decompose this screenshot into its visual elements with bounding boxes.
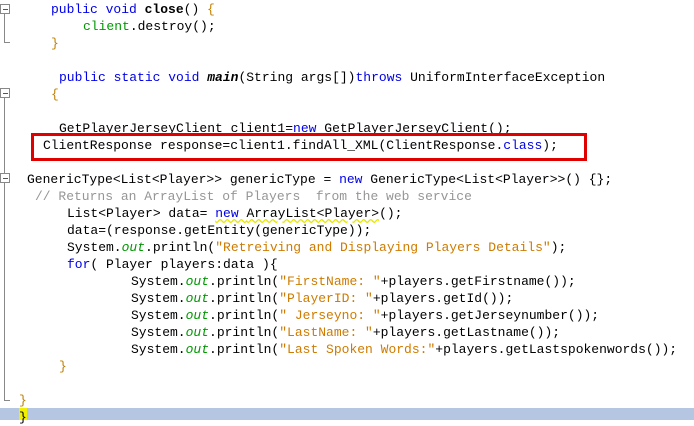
fold-guide-end: [4, 400, 10, 401]
highlight-box: [31, 133, 587, 161]
code-token: new ArrayList<Player>: [215, 206, 380, 221]
code-token: main: [207, 70, 239, 85]
code-token: public static void: [59, 70, 208, 85]
fold-guide: [4, 183, 5, 400]
code-line[interactable]: System.out.println(" Jerseyno: "+players…: [131, 307, 599, 324]
code-token: "LastName: ": [279, 325, 373, 340]
code-token: " Jerseyno: ": [279, 308, 381, 323]
code-token: System.: [67, 240, 122, 255]
code-token: "Last Spoken Words:": [279, 342, 436, 357]
code-token: System.: [131, 274, 186, 289]
code-token: +players.getLastname());: [372, 325, 561, 340]
fold-guide: [4, 14, 5, 42]
code-token: data=(response.getEntity(genericType));: [67, 223, 372, 238]
code-token: new: [339, 172, 371, 187]
code-token: "Retreiving and Displaying Players Detai…: [215, 240, 551, 255]
code-token: }: [19, 393, 27, 408]
code-token: .println(: [209, 325, 280, 340]
code-line[interactable]: System.out.println("LastName: "+players.…: [131, 324, 560, 341]
code-token: +players.getJerseynumber());: [380, 308, 600, 323]
code-line[interactable]: }: [19, 392, 27, 409]
code-token: throws: [355, 70, 411, 85]
code-token: GenericType<List<Player>>() {};: [370, 172, 613, 187]
code-token: .println(: [209, 291, 280, 306]
code-token: for: [67, 257, 91, 272]
current-line-highlight: [0, 408, 694, 420]
code-token: }: [51, 36, 59, 51]
fold-guide-end: [4, 42, 10, 43]
code-line[interactable]: data=(response.getEntity(genericType));: [67, 222, 371, 239]
code-line[interactable]: public static void main(String args[])th…: [59, 69, 605, 86]
code-token: System.: [131, 325, 186, 340]
code-token: {: [51, 87, 59, 102]
code-line[interactable]: public void close() {: [51, 1, 215, 18]
code-token: (): [183, 2, 208, 17]
code-line[interactable]: for( Player players:data ){: [67, 256, 278, 273]
code-token: ( Player players:data ){: [90, 257, 278, 272]
code-line[interactable]: {: [51, 86, 59, 103]
code-line[interactable]: List<Player> data= new ArrayList<Player>…: [67, 205, 402, 222]
code-line[interactable]: System.out.println("FirstName: "+players…: [131, 273, 576, 290]
code-line[interactable]: }: [51, 35, 59, 52]
code-line[interactable]: System.out.println("Last Spoken Words:"+…: [131, 341, 677, 358]
code-line[interactable]: client.destroy();: [83, 18, 216, 35]
code-token: }: [19, 410, 27, 425]
code-token: // Returns an ArrayList of Players from …: [35, 189, 472, 204]
code-line[interactable]: }: [59, 358, 67, 375]
fold-toggle-close[interactable]: [0, 4, 10, 14]
code-line[interactable]: System.out.println("Retreiving and Displ…: [67, 239, 566, 256]
code-line[interactable]: // Returns an ArrayList of Players from …: [35, 188, 472, 205]
code-token: +players.getLastspokenwords());: [435, 342, 678, 357]
code-token: "FirstName: ": [279, 274, 381, 289]
code-token: out: [185, 325, 210, 340]
code-token: out: [185, 342, 210, 357]
fold-toggle-main[interactable]: [0, 88, 10, 98]
code-token: out: [185, 308, 210, 323]
code-token: public void: [51, 2, 145, 17]
fold-toggle-generic[interactable]: [0, 173, 10, 183]
code-token: close: [144, 2, 184, 17]
fold-guide: [4, 98, 5, 175]
code-token: .println(: [145, 240, 216, 255]
code-token: .println(: [209, 308, 280, 323]
code-token: "PlayerID: ": [279, 291, 373, 306]
code-token: UniformInterfaceException: [410, 70, 606, 85]
code-token: {: [207, 2, 215, 17]
code-token: +players.getId());: [372, 291, 514, 306]
code-token: System.: [131, 291, 186, 306]
code-token: GenericType<List<Player>> genericType =: [27, 172, 340, 187]
code-token: }: [59, 359, 67, 374]
code-token: ();: [379, 206, 403, 221]
code-token: );: [550, 240, 567, 255]
code-token: client: [83, 19, 130, 34]
code-line[interactable]: GenericType<List<Player>> genericType = …: [27, 171, 612, 188]
code-token: System.: [131, 308, 186, 323]
code-token: +players.getFirstname());: [380, 274, 576, 289]
code-token: out: [121, 240, 146, 255]
code-token: .println(: [209, 274, 280, 289]
code-token: .destroy();: [129, 19, 216, 34]
code-token: out: [185, 274, 210, 289]
code-line[interactable]: System.out.println("PlayerID: "+players.…: [131, 290, 513, 307]
code-token: System.: [131, 342, 186, 357]
code-token: (String args[]): [238, 70, 356, 85]
code-line[interactable]: }: [19, 409, 27, 426]
code-token: .println(: [209, 342, 280, 357]
code-token: out: [185, 291, 210, 306]
code-token: List<Player> data=: [67, 206, 216, 221]
